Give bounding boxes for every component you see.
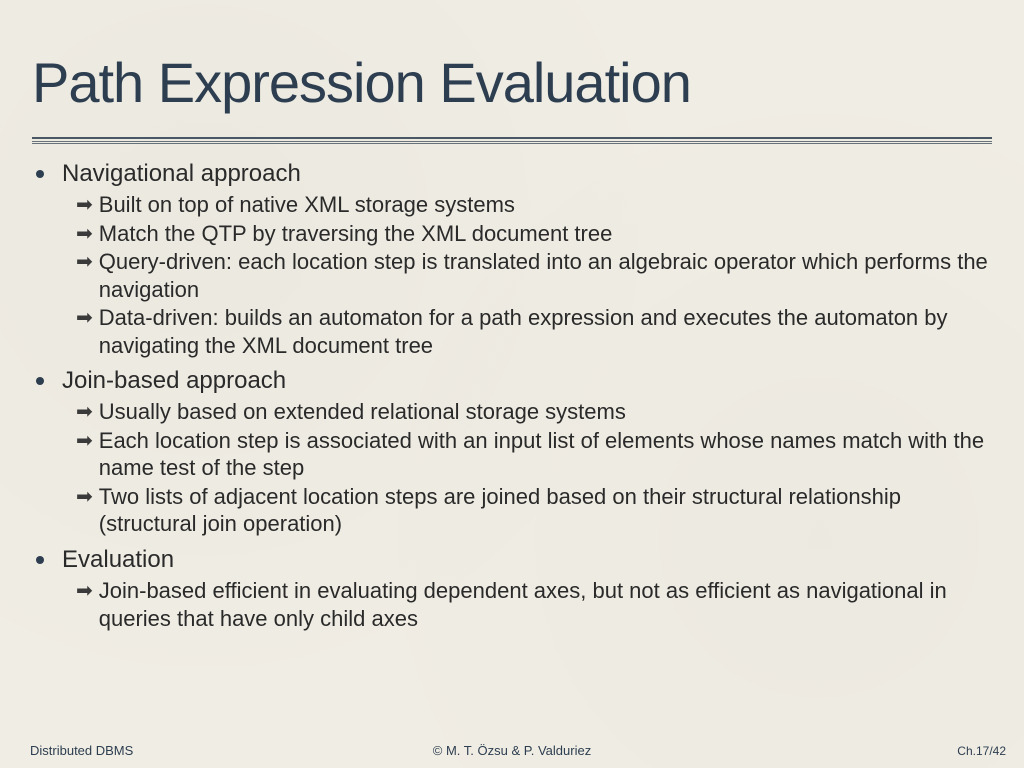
footer-left: Distributed DBMS <box>30 743 133 758</box>
arrow-icon: ➡ <box>76 221 93 247</box>
subitem: ➡ Built on top of native XML storage sys… <box>76 191 992 219</box>
sublist-navigational: ➡ Built on top of native XML storage sys… <box>36 191 992 359</box>
bullet-dot-icon <box>36 556 44 564</box>
arrow-icon: ➡ <box>76 192 93 218</box>
subitem: ➡ Match the QTP by traversing the XML do… <box>76 220 992 248</box>
subitem: ➡ Data-driven: builds an automaton for a… <box>76 304 992 359</box>
subitem: ➡ Each location step is associated with … <box>76 427 992 482</box>
subitem-text: Join-based efficient in evaluating depen… <box>99 577 992 632</box>
sublist-evaluation: ➡ Join-based efficient in evaluating dep… <box>36 577 992 632</box>
footer-center: © M. T. Özsu & P. Valduriez <box>433 743 591 758</box>
subitem: ➡ Join-based efficient in evaluating dep… <box>76 577 992 632</box>
arrow-icon: ➡ <box>76 428 93 454</box>
arrow-icon: ➡ <box>76 305 93 331</box>
slide-title: Path Expression Evaluation <box>32 50 992 115</box>
subitem: ➡ Two lists of adjacent location steps a… <box>76 483 992 538</box>
arrow-icon: ➡ <box>76 399 93 425</box>
slide: Path Expression Evaluation Navigational … <box>0 0 1024 768</box>
bullet-navigational: Navigational approach <box>36 158 992 189</box>
footer: Distributed DBMS © M. T. Özsu & P. Valdu… <box>0 743 1024 758</box>
subitem-text: Usually based on extended relational sto… <box>99 398 626 426</box>
subitem-text: Built on top of native XML storage syste… <box>99 191 515 219</box>
subitem: ➡ Query-driven: each location step is tr… <box>76 248 992 303</box>
subitem-text: Query-driven: each location step is tran… <box>99 248 992 303</box>
arrow-icon: ➡ <box>76 578 93 604</box>
subitem-text: Two lists of adjacent location steps are… <box>99 483 992 538</box>
subitem-text: Data-driven: builds an automaton for a p… <box>99 304 992 359</box>
bullet-join-based: Join-based approach <box>36 365 992 396</box>
subitem: ➡ Usually based on extended relational s… <box>76 398 992 426</box>
subitem-text: Each location step is associated with an… <box>99 427 992 482</box>
bullet-dot-icon <box>36 377 44 385</box>
bullet-heading: Evaluation <box>62 544 174 575</box>
arrow-icon: ➡ <box>76 249 93 275</box>
sublist-join-based: ➡ Usually based on extended relational s… <box>36 398 992 538</box>
title-rule <box>32 137 992 144</box>
arrow-icon: ➡ <box>76 484 93 510</box>
bullet-dot-icon <box>36 170 44 178</box>
bullet-evaluation: Evaluation <box>36 544 992 575</box>
bullet-heading: Navigational approach <box>62 158 301 189</box>
content-area: Navigational approach ➡ Built on top of … <box>32 158 992 632</box>
bullet-heading: Join-based approach <box>62 365 286 396</box>
subitem-text: Match the QTP by traversing the XML docu… <box>99 220 613 248</box>
footer-right: Ch.17/42 <box>957 744 1006 758</box>
